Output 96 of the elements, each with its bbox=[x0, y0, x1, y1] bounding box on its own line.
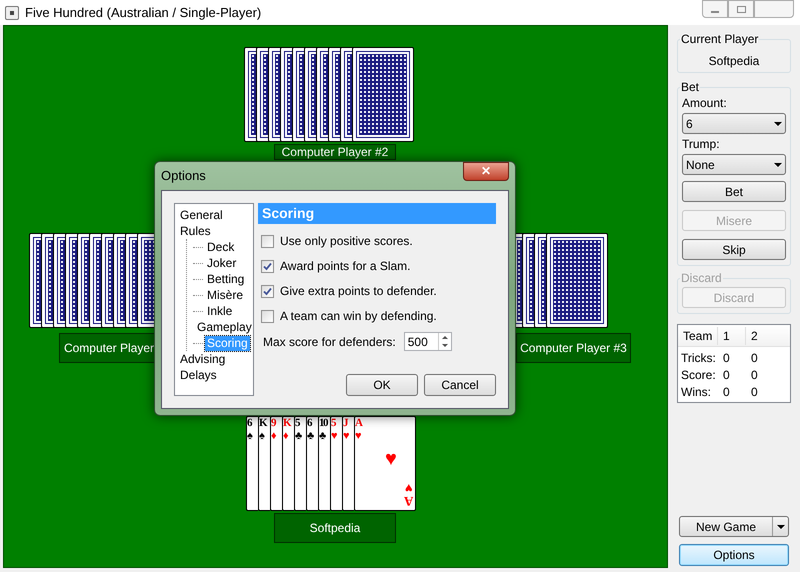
amount-dropdown[interactable]: 6 bbox=[682, 113, 786, 134]
playing-card[interactable]: 5 ♣ bbox=[294, 416, 306, 511]
card-rank: K bbox=[259, 417, 266, 430]
card-rank: 9 bbox=[271, 417, 275, 430]
bet-action-button[interactable]: Skip bbox=[682, 239, 786, 260]
group-label: Discard bbox=[680, 271, 723, 285]
column-header: Team bbox=[678, 326, 718, 344]
app-icon bbox=[5, 6, 19, 20]
new-game-button[interactable]: New Game bbox=[679, 516, 789, 537]
card-center-suit: ♥ bbox=[385, 449, 397, 469]
trump-label: Trump: bbox=[682, 137, 721, 151]
column-header: 2 bbox=[750, 328, 759, 344]
trump-dropdown[interactable]: None bbox=[682, 154, 786, 175]
card-rank: 6 bbox=[247, 417, 251, 430]
table-cell-text: 0 bbox=[722, 350, 731, 367]
tree-item[interactable]: General bbox=[178, 208, 225, 222]
amount-label: Amount: bbox=[682, 96, 728, 110]
table-cell-text: Wins: bbox=[680, 384, 712, 401]
card-suit: ♥ bbox=[404, 482, 412, 495]
player-name-label: Softpedia bbox=[274, 513, 396, 543]
tree-item[interactable]: Deck bbox=[205, 240, 236, 254]
bet-action-button[interactable]: Bet bbox=[682, 181, 786, 202]
card-rank: 5 bbox=[331, 417, 335, 430]
playing-card[interactable]: 10 ♣ bbox=[318, 416, 330, 511]
card-rank: 6 bbox=[307, 417, 311, 430]
card-rank: 10 bbox=[319, 417, 327, 430]
tree-connector bbox=[193, 310, 203, 312]
maximize-button[interactable] bbox=[728, 0, 754, 18]
playing-card[interactable]: A ♥ ♥ A ♥ bbox=[354, 416, 416, 511]
tree-item[interactable]: Betting bbox=[205, 272, 246, 286]
column-header: 1 bbox=[718, 326, 746, 344]
card-rank: 5 bbox=[295, 417, 299, 430]
card-rank: A bbox=[404, 495, 413, 508]
table-cell-text: 0 bbox=[722, 384, 731, 401]
max-score-label: Max score for defenders: bbox=[263, 334, 396, 350]
table-cell-text: Score: bbox=[680, 367, 717, 384]
checkbox[interactable] bbox=[261, 310, 274, 322]
player-name-label: Computer Player #3 bbox=[516, 333, 631, 363]
checkbox-label: Give extra points to defender. bbox=[280, 283, 437, 300]
dropdown-arrow-icon bbox=[774, 122, 782, 126]
card-suit: ♣ bbox=[319, 430, 326, 443]
card-rank: J bbox=[343, 417, 347, 430]
tree-connector bbox=[193, 278, 203, 280]
card-suit: ♥ bbox=[343, 430, 350, 443]
table-cell-text: 0 bbox=[750, 350, 759, 367]
card-suit: ♦ bbox=[271, 430, 277, 443]
tree-connector bbox=[193, 262, 203, 264]
playing-card[interactable]: 9 ♦ bbox=[270, 416, 282, 511]
section-heading: Scoring bbox=[258, 203, 496, 224]
group-label: Bet bbox=[680, 80, 700, 94]
checkbox[interactable] bbox=[261, 260, 274, 272]
dialog-title: Options bbox=[161, 167, 206, 186]
tree-connector bbox=[193, 342, 203, 344]
window-title: Five Hundred (Australian / Single-Player) bbox=[25, 4, 262, 22]
minimize-button[interactable] bbox=[702, 0, 728, 18]
number-spinner[interactable]: 500 bbox=[404, 332, 452, 351]
table-cell-text: 0 bbox=[750, 367, 759, 384]
card-suit: ♣ bbox=[307, 430, 314, 443]
table-cell-text: Tricks: bbox=[680, 350, 717, 367]
tree-connector bbox=[193, 294, 203, 296]
player-name-label: Computer Player #2 bbox=[274, 144, 396, 160]
current-player-name: Softpedia bbox=[708, 53, 760, 70]
table-cell-text: 0 bbox=[750, 384, 759, 401]
options-button[interactable]: Options bbox=[679, 544, 789, 566]
card-suit: ♥ bbox=[355, 430, 362, 443]
tree-item[interactable]: Advising bbox=[178, 352, 228, 366]
tree-item[interactable]: Rules bbox=[178, 224, 213, 238]
card-suit: ♦ bbox=[283, 430, 289, 443]
button[interactable]: Cancel bbox=[424, 374, 496, 396]
tree-item[interactable]: Delays bbox=[178, 368, 219, 382]
playing-card[interactable]: K ♠ bbox=[258, 416, 270, 511]
card-rank: A bbox=[355, 417, 362, 430]
dropdown-arrow-icon bbox=[774, 162, 782, 166]
card-suit: ♥ bbox=[331, 430, 338, 443]
button[interactable]: OK bbox=[346, 374, 418, 396]
tree-item[interactable]: Misère bbox=[205, 288, 246, 302]
tree-connector bbox=[193, 246, 203, 248]
tree-item[interactable]: Gameplay bbox=[195, 320, 254, 334]
card-suit: ♠ bbox=[259, 430, 265, 443]
checkbox[interactable] bbox=[261, 284, 274, 298]
checkbox-label: Use only positive scores. bbox=[280, 233, 413, 250]
playing-card[interactable]: 6 ♠ bbox=[246, 416, 258, 511]
playing-card[interactable]: 5 ♥ bbox=[330, 416, 342, 511]
group-label: Current Player bbox=[680, 32, 760, 46]
card-suit: ♠ bbox=[247, 430, 253, 443]
checkbox-label: A team can win by defending. bbox=[280, 308, 437, 325]
playing-card[interactable]: 6 ♣ bbox=[306, 416, 318, 511]
checkbox-label: Award points for a Slam. bbox=[280, 258, 411, 275]
table-cell-text: 0 bbox=[722, 367, 731, 384]
checkbox[interactable] bbox=[261, 234, 274, 248]
tree-item[interactable]: Joker bbox=[205, 256, 238, 270]
card-suit: ♣ bbox=[295, 430, 302, 443]
tree-item[interactable]: Inkle bbox=[205, 304, 234, 318]
playing-card[interactable]: J ♥ bbox=[342, 416, 354, 511]
playing-card[interactable]: K ♦ bbox=[282, 416, 294, 511]
card-rank: K bbox=[283, 417, 290, 430]
